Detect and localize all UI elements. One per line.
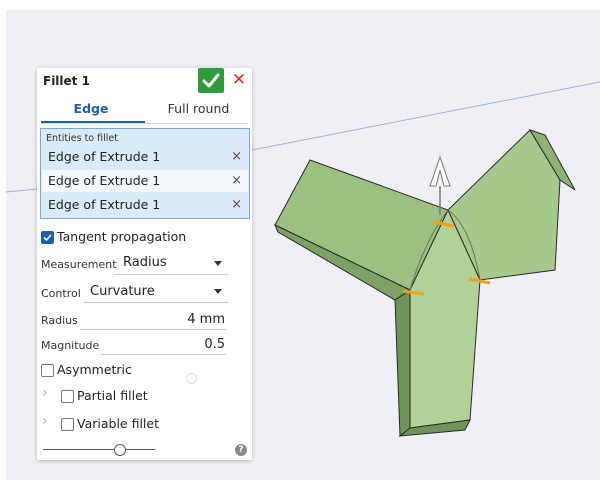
magnitude-label: Magnitude	[41, 339, 100, 352]
control-underline	[84, 302, 228, 303]
partial-fillet-checkbox[interactable]	[61, 390, 74, 403]
variable-fillet-label: Variable fillet	[77, 416, 159, 431]
chevron-down-icon[interactable]	[214, 289, 222, 294]
measurement-select[interactable]: Radius	[123, 255, 167, 270]
tab-full-round[interactable]: Full round	[145, 101, 252, 121]
fillet-feature-dialog: Fillet 1 ✕ Edge Full round Entities to f…	[37, 68, 252, 460]
cancel-button[interactable]: ✕	[230, 70, 248, 90]
measurement-label: Measurement	[41, 258, 117, 271]
preview-slider-handle[interactable]	[114, 444, 126, 456]
chevron-right-icon[interactable]: ›	[42, 385, 48, 401]
check-icon	[202, 73, 220, 88]
entity-label: Edge of Extrude 1	[48, 173, 161, 188]
tab-edge[interactable]: Edge	[37, 101, 145, 121]
entities-to-fillet-box[interactable]: Entities to fillet Edge of Extrude 1 × E…	[40, 128, 250, 219]
asymmetric-label: Asymmetric	[57, 362, 132, 377]
entity-item[interactable]: Edge of Extrude 1 ×	[42, 170, 248, 192]
asymmetric-checkbox[interactable]	[41, 364, 54, 377]
tab-divider	[41, 123, 248, 124]
tangent-propagation-label: Tangent propagation	[57, 229, 187, 244]
fillet-part[interactable]	[274, 129, 576, 438]
chevron-down-icon[interactable]	[214, 261, 222, 266]
control-select[interactable]: Curvature	[90, 284, 155, 299]
chevron-right-icon[interactable]: ›	[42, 413, 48, 429]
tab-active-indicator	[41, 121, 145, 123]
tangent-propagation-checkbox[interactable]	[41, 231, 54, 244]
preview-slider-track[interactable]	[43, 449, 155, 450]
variable-fillet-checkbox[interactable]	[61, 418, 74, 431]
close-icon: ✕	[231, 70, 247, 90]
radius-label: Radius	[41, 314, 78, 327]
entity-label: Edge of Extrude 1	[48, 197, 161, 212]
radius-underline	[80, 329, 226, 330]
entity-item[interactable]: Edge of Extrude 1 ×	[42, 146, 248, 168]
remove-entity-icon[interactable]: ×	[231, 197, 242, 212]
control-label: Control	[41, 287, 81, 300]
dialog-title: Fillet 1	[43, 74, 90, 88]
entities-label: Entities to fillet	[46, 133, 118, 144]
entity-item[interactable]: Edge of Extrude 1 ×	[42, 194, 248, 216]
remove-entity-icon[interactable]: ×	[231, 173, 242, 188]
magnitude-input[interactable]: 0.5	[157, 337, 225, 352]
magnitude-underline	[101, 354, 226, 355]
cursor-ghost-icon	[186, 373, 197, 384]
help-icon[interactable]: ?	[235, 444, 247, 456]
entity-label: Edge of Extrude 1	[48, 149, 161, 164]
confirm-button[interactable]	[198, 68, 224, 93]
radius-input[interactable]: 4 mm	[157, 312, 225, 327]
remove-entity-icon[interactable]: ×	[231, 149, 242, 164]
partial-fillet-label: Partial fillet	[77, 388, 148, 403]
checkmark-icon	[43, 234, 52, 242]
measurement-underline	[115, 274, 228, 275]
